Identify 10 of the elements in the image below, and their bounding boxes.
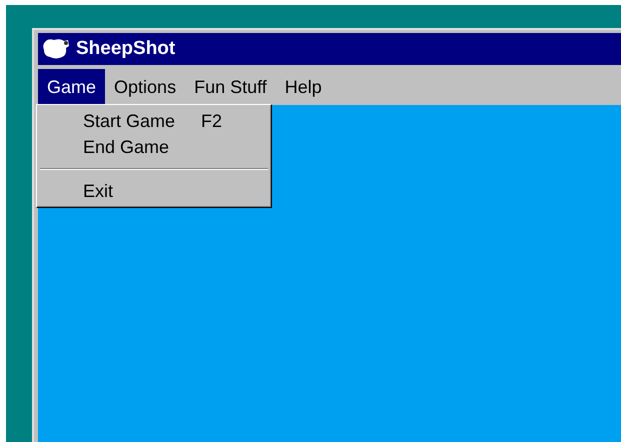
menu-item[interactable]: End Game [83,136,170,158]
menu-item[interactable]: Exit [83,180,114,202]
window-title: SheepShot [76,38,176,60]
shortcut-label: F2 [201,110,222,132]
menu-item[interactable]: Options [105,69,186,105]
menu-item[interactable]: Game [38,69,106,105]
sheep-icon [42,38,70,60]
menu-item[interactable]: Help [276,69,331,105]
menu-item[interactable]: Start Game [83,110,176,132]
menu-item[interactable]: Fun Stuff [185,69,276,105]
